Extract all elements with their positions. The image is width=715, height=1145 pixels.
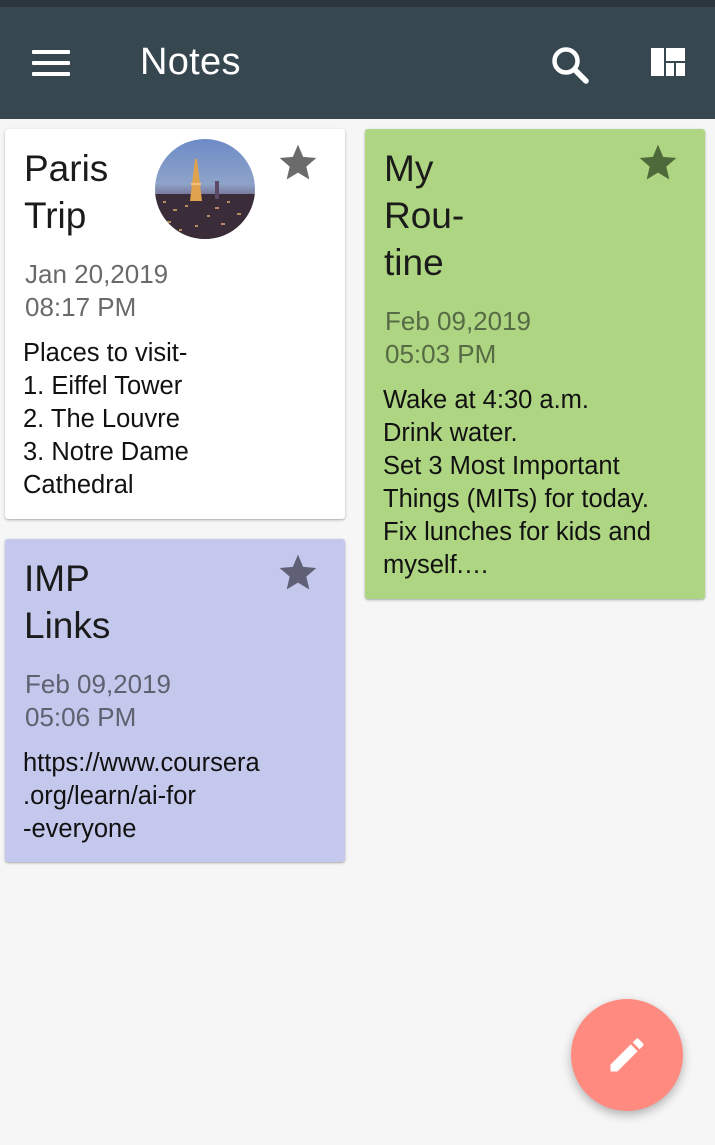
- star-icon: [279, 144, 317, 180]
- note-card-paris-trip[interactable]: Paris Trip Jan 20,2019 08:17 PM Places t…: [5, 129, 345, 519]
- app-bar: Notes: [0, 7, 715, 119]
- note-date: Feb 09,2019 05:06 PM: [25, 669, 172, 732]
- search-button[interactable]: [544, 39, 596, 91]
- pencil-icon: [610, 1038, 644, 1072]
- app-title: Notes: [140, 41, 241, 83]
- menu-button[interactable]: [22, 37, 80, 89]
- new-note-fab[interactable]: [571, 999, 683, 1111]
- star-icon: [279, 554, 317, 590]
- status-bar: [0, 0, 715, 7]
- note-title: IMP Links: [24, 558, 111, 646]
- note-image-thumbnail: [155, 139, 255, 239]
- note-content: Places to visit- 1. Eiffel Tower 2. The …: [23, 339, 189, 499]
- note-title: Paris Trip: [24, 148, 109, 236]
- note-card-imp-links[interactable]: IMP Links Feb 09,2019 05:06 PM https://w…: [5, 539, 345, 862]
- favorite-star-button[interactable]: [276, 551, 320, 595]
- note-content: Wake at 4:30 a.m. Drink water. Set 3 Mos…: [383, 386, 651, 579]
- note-content: https://www.coursera .org/learn/ai-for -…: [23, 749, 260, 843]
- note-date: Feb 09,2019 05:03 PM: [385, 306, 532, 369]
- search-icon: [552, 47, 589, 84]
- favorite-star-button[interactable]: [276, 141, 320, 185]
- note-date: Jan 20,2019 08:17 PM: [25, 259, 169, 322]
- layout-toggle-button[interactable]: [642, 39, 694, 91]
- menu-icon: [32, 50, 70, 76]
- star-icon: [639, 144, 677, 180]
- note-title: My Rou- tine: [384, 148, 465, 283]
- favorite-star-button[interactable]: [636, 141, 680, 185]
- note-card-my-routine[interactable]: My Rou- tine Feb 09,2019 05:03 PM Wake a…: [365, 129, 705, 599]
- staggered-layout-icon: [651, 48, 685, 76]
